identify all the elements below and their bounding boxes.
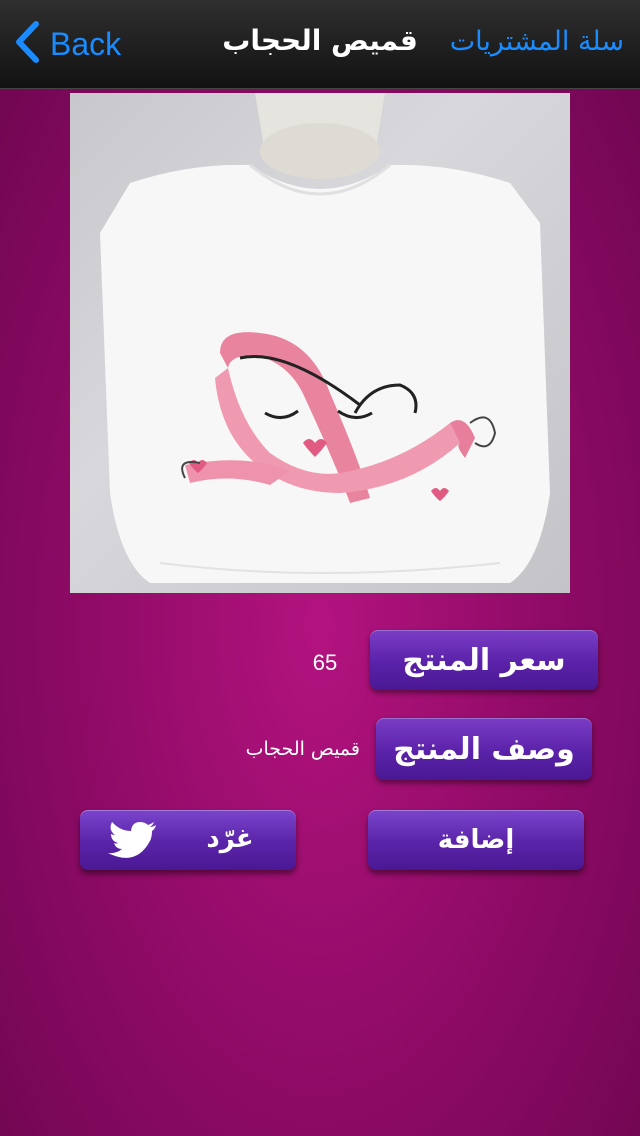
product-image — [70, 93, 570, 593]
description-label: وصف المنتج — [376, 718, 592, 780]
add-button-label: إضافة — [437, 825, 515, 855]
price-value: 65 — [312, 650, 338, 675]
tweet-button-label: غرّد — [206, 824, 254, 854]
description-value: قميص الحجاب — [245, 738, 360, 760]
chevron-left-icon — [14, 21, 40, 67]
back-label: Back — [50, 25, 122, 62]
price-label: سعر المنتج — [370, 630, 598, 690]
tweet-button[interactable]: غرّد — [80, 810, 296, 870]
twitter-bird-icon — [108, 820, 158, 860]
back-button[interactable]: Back — [14, 20, 121, 68]
page-title: قميص الحجاب — [222, 24, 418, 57]
cart-button[interactable]: سلة المشتريات — [450, 26, 624, 57]
add-to-cart-button[interactable]: إضافة — [368, 810, 584, 870]
navigation-bar: Back قميص الحجاب سلة المشتريات — [0, 0, 640, 89]
